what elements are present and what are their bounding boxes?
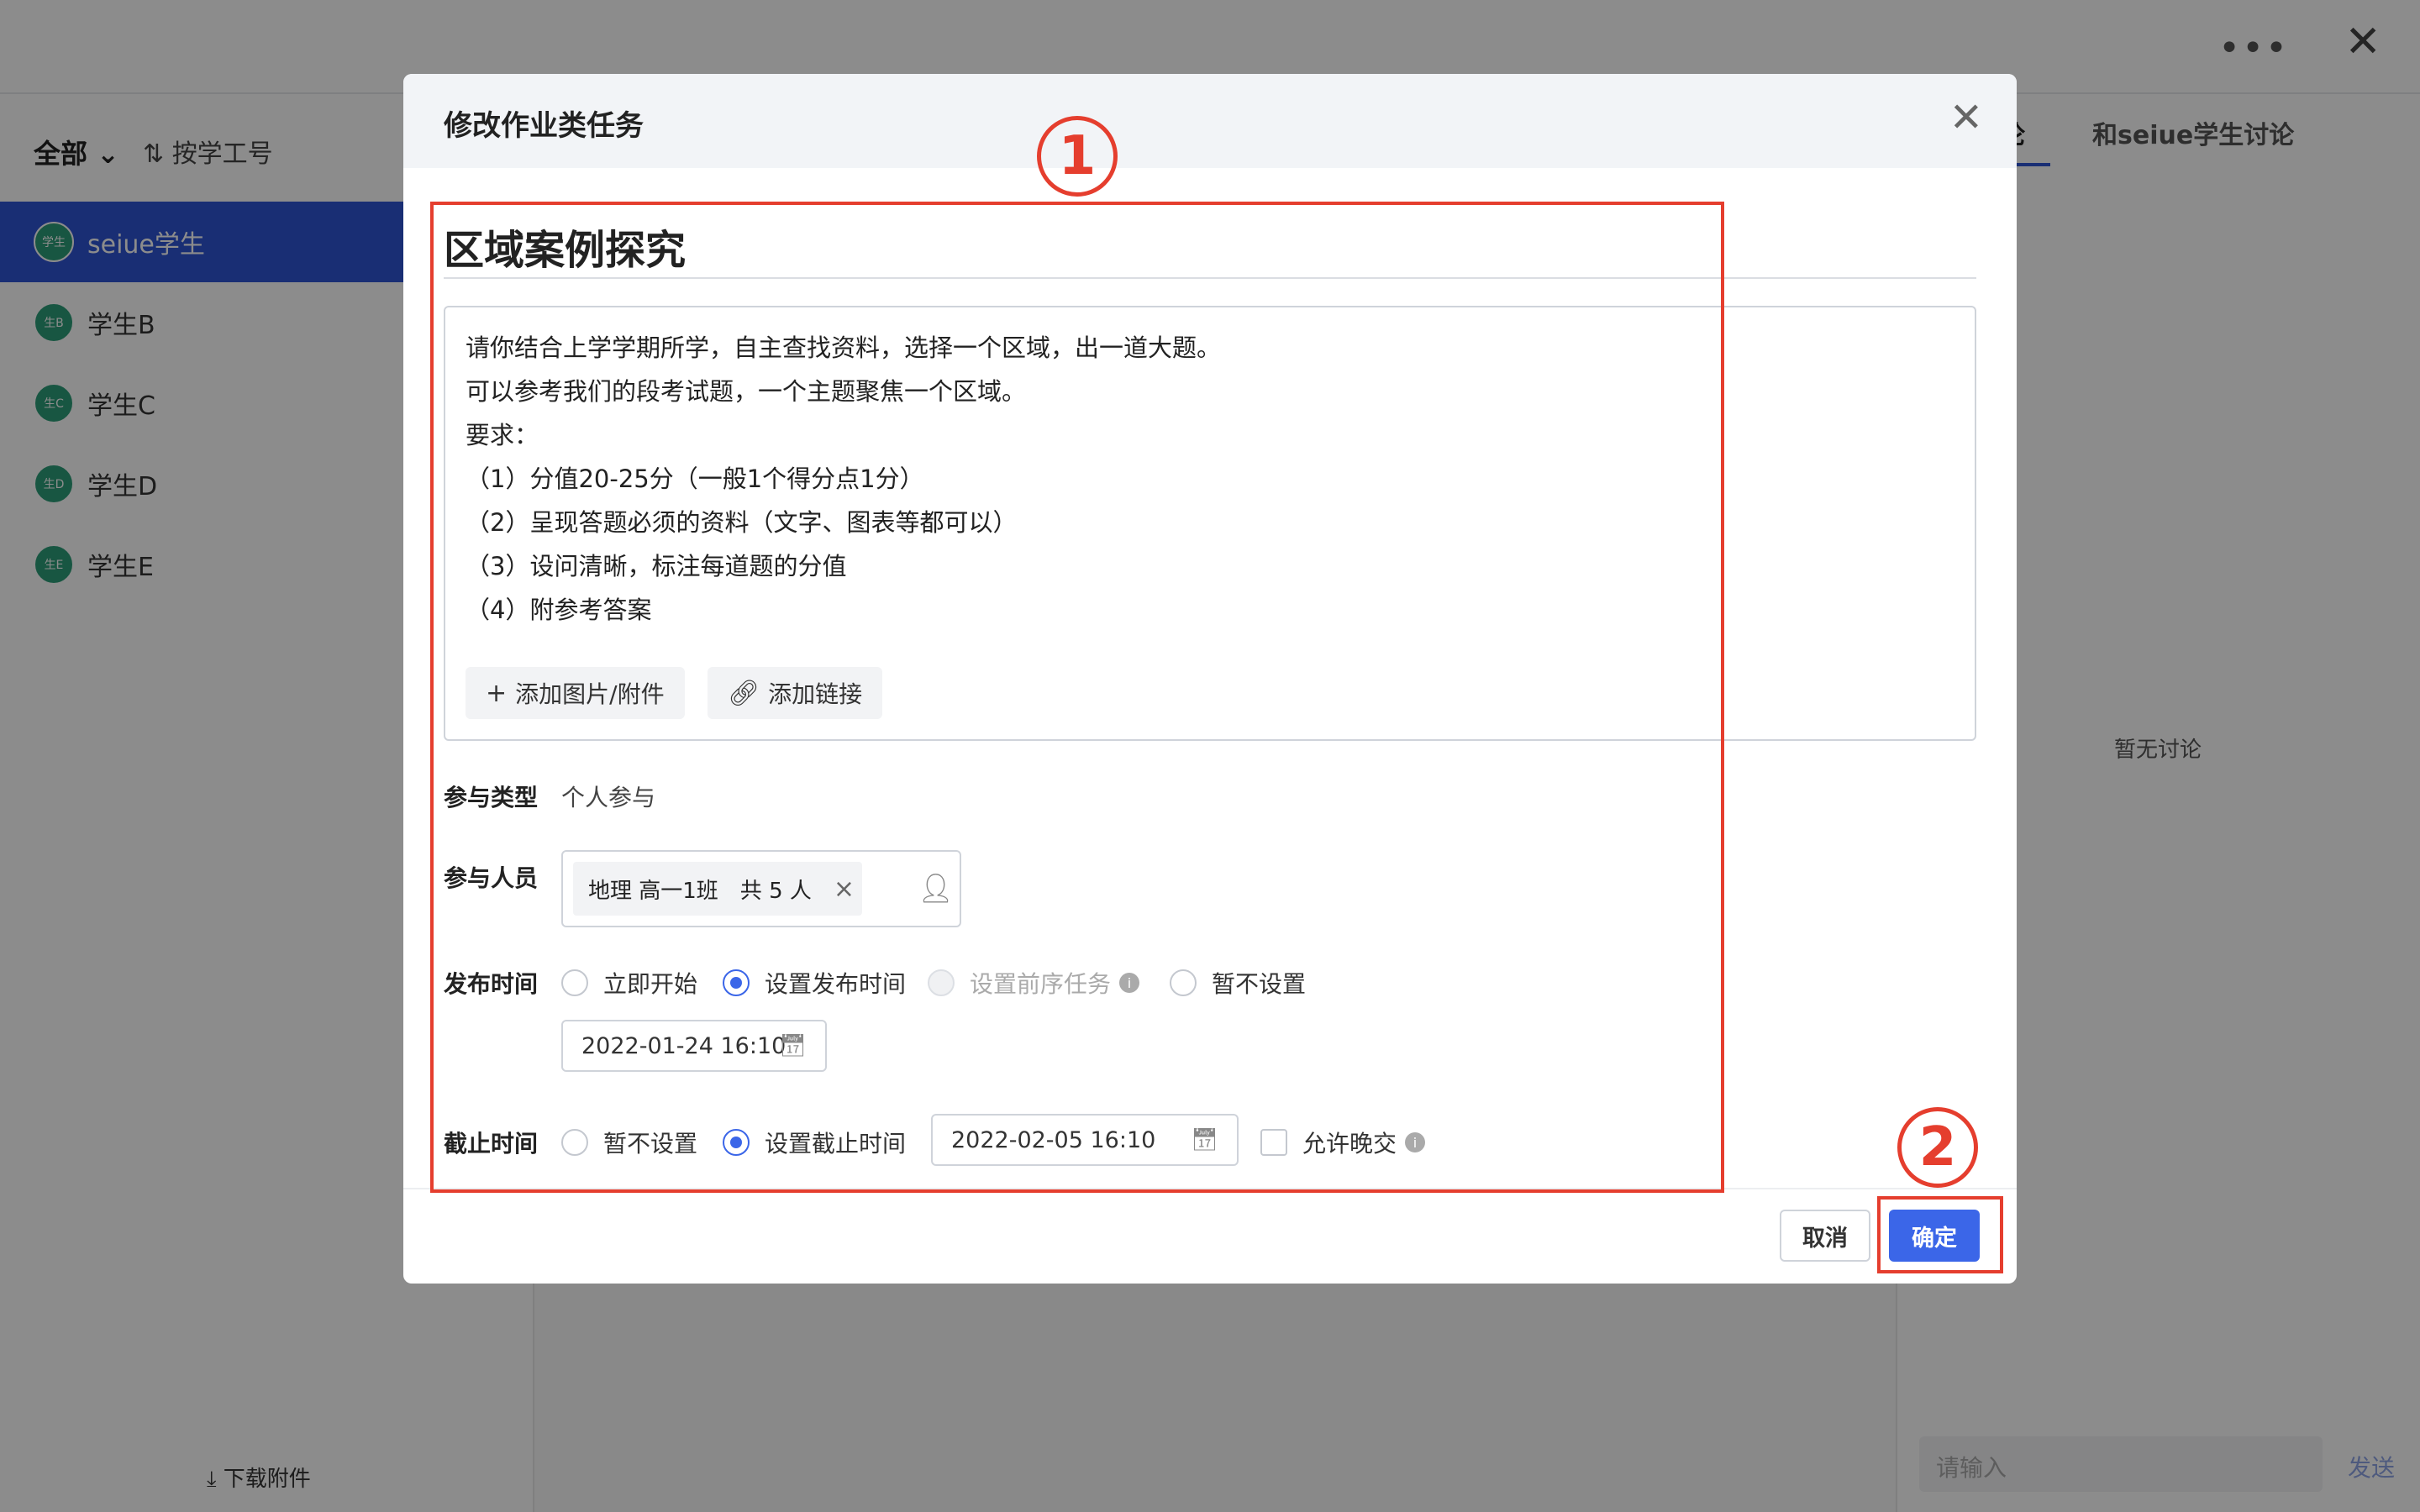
modal-title: 修改作业类任务 xyxy=(444,109,644,143)
annotation-marker-2: 2 xyxy=(1897,1107,1978,1188)
modal-header: 修改作业类任务 ✕ xyxy=(403,74,2017,168)
annotation-box-confirm xyxy=(1877,1196,2003,1273)
close-icon[interactable]: ✕ xyxy=(1949,94,1983,141)
annotation-box-form xyxy=(430,202,1724,1193)
cancel-button[interactable]: 取消 xyxy=(1780,1210,1870,1262)
annotation-marker-1: 1 xyxy=(1037,116,1118,197)
